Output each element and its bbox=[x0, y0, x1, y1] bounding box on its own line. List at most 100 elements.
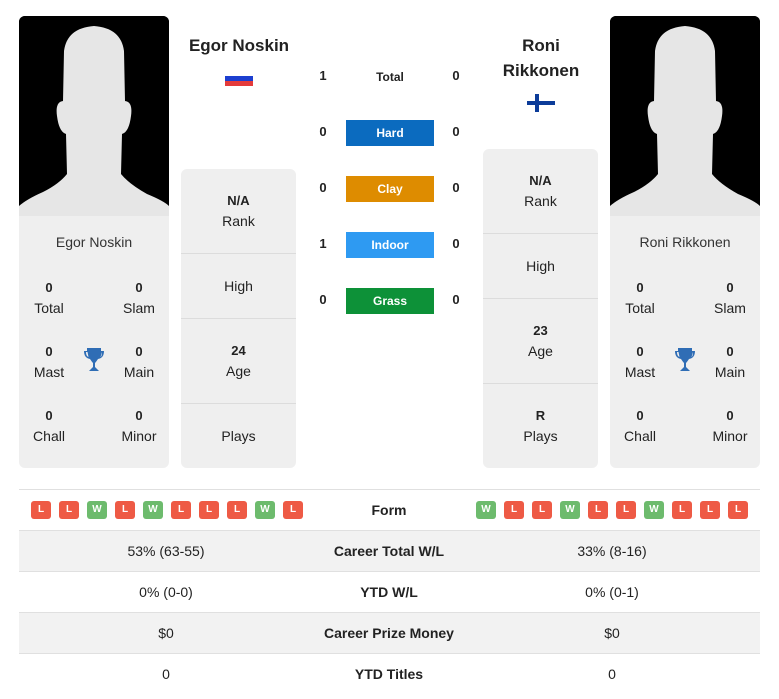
h2h-grass-p2: 0 bbox=[452, 292, 460, 307]
value: R bbox=[535, 408, 546, 423]
surface-hard-button[interactable]: Hard bbox=[346, 120, 434, 146]
form-label: Form bbox=[371, 502, 407, 518]
label: Minor bbox=[121, 428, 157, 444]
form-badge-loss: L bbox=[31, 501, 51, 519]
surface-indoor-button[interactable]: Indoor bbox=[346, 232, 434, 258]
surface-clay-button[interactable]: Clay bbox=[346, 176, 434, 202]
player2-mast-titles: 0 Mast bbox=[610, 342, 670, 382]
table-row: 0% (0-0) YTD W/L 0% (0-1) bbox=[19, 571, 760, 612]
surface-grass-button[interactable]: Grass bbox=[346, 288, 434, 314]
value: 24 bbox=[231, 343, 246, 358]
player2-card-name: Roni Rikkonen bbox=[639, 234, 731, 250]
player2-photo bbox=[610, 16, 760, 216]
player1-slam-titles: 0 Slam bbox=[109, 278, 169, 318]
russia-flag-icon bbox=[225, 71, 253, 86]
player1-name[interactable]: Egor Noskin bbox=[178, 33, 300, 58]
player2-info-panel: N/A Rank High 23 Age R Plays bbox=[483, 149, 598, 468]
player1-rank: N/A Rank bbox=[181, 191, 296, 231]
label: Total bbox=[625, 300, 655, 316]
player2-value: 0 bbox=[608, 666, 616, 682]
player1-minor-titles: 0 Minor bbox=[109, 406, 169, 446]
form-badge-win: W bbox=[560, 501, 580, 519]
table-row: $0 Career Prize Money $0 bbox=[19, 612, 760, 653]
player2-age: 23 Age bbox=[483, 321, 598, 361]
value: N/A bbox=[227, 193, 250, 208]
form-badge-loss: L bbox=[616, 501, 636, 519]
h2h-grass-p1: 0 bbox=[319, 292, 327, 307]
value: 0 bbox=[636, 280, 644, 295]
form-badge-loss: L bbox=[700, 501, 720, 519]
value: 0 bbox=[45, 344, 53, 359]
label: Slam bbox=[714, 300, 746, 316]
silhouette-icon bbox=[19, 16, 169, 216]
label: Slam bbox=[123, 300, 155, 316]
divider bbox=[483, 233, 598, 234]
label: Main bbox=[714, 364, 746, 380]
label: Mast bbox=[624, 364, 656, 380]
label: Rank bbox=[222, 213, 255, 229]
form-badge-loss: L bbox=[171, 501, 191, 519]
value: 0 bbox=[45, 408, 53, 423]
value: 0 bbox=[726, 344, 734, 359]
player1-info-panel: N/A Rank High 24 Age Plays bbox=[181, 169, 296, 468]
player1-high: High bbox=[181, 276, 296, 296]
finland-flag-icon bbox=[527, 94, 555, 112]
silhouette-icon bbox=[610, 16, 760, 216]
form-badge-loss: L bbox=[199, 501, 219, 519]
player2-name-line1: Roni bbox=[522, 36, 560, 55]
player1-card: Egor Noskin 0 Total 0 Slam 0 Mast 0 Main… bbox=[19, 216, 169, 468]
value: 0 bbox=[726, 280, 734, 295]
label: Minor bbox=[712, 428, 748, 444]
form-badge-win: W bbox=[143, 501, 163, 519]
player2-value: 0% (0-1) bbox=[585, 584, 639, 600]
form-badge-win: W bbox=[476, 501, 496, 519]
label: Main bbox=[123, 364, 155, 380]
player1-plays: Plays bbox=[181, 426, 296, 446]
form-badge-loss: L bbox=[115, 501, 135, 519]
label: Chall bbox=[33, 428, 65, 444]
form-badge-win: W bbox=[87, 501, 107, 519]
h2h-total-p2: 0 bbox=[452, 68, 460, 83]
value: 0 bbox=[726, 408, 734, 423]
player1-chall-titles: 0 Chall bbox=[19, 406, 79, 446]
row-label: YTD W/L bbox=[360, 584, 418, 600]
label: Total bbox=[34, 300, 64, 316]
player2-slam-titles: 0 Slam bbox=[700, 278, 760, 318]
player1-mast-titles: 0 Mast bbox=[19, 342, 79, 382]
h2h-hard-p2: 0 bbox=[452, 124, 460, 139]
h2h-clay-p2: 0 bbox=[452, 180, 460, 195]
label: Age bbox=[226, 363, 251, 379]
h2h-total-label: Total bbox=[376, 70, 404, 84]
value: 0 bbox=[135, 408, 143, 423]
label: Chall bbox=[624, 428, 656, 444]
row-label: Career Total W/L bbox=[333, 543, 445, 559]
value: 0 bbox=[135, 280, 143, 295]
form-badge-loss: L bbox=[59, 501, 79, 519]
form-badge-win: W bbox=[644, 501, 664, 519]
player1-value: 0 bbox=[162, 666, 170, 682]
player2-value: $0 bbox=[604, 625, 620, 641]
label: High bbox=[526, 258, 555, 274]
divider bbox=[181, 318, 296, 319]
player2-plays: R Plays bbox=[483, 406, 598, 446]
h2h-clay-p1: 0 bbox=[319, 180, 327, 195]
label: Plays bbox=[523, 428, 558, 444]
player1-value: 53% (63-55) bbox=[127, 543, 205, 559]
row-label: Career Prize Money bbox=[324, 625, 454, 641]
label: High bbox=[224, 278, 253, 294]
player1-value: 0% (0-0) bbox=[139, 584, 193, 600]
value: 0 bbox=[45, 280, 53, 295]
form-badge-win: W bbox=[255, 501, 275, 519]
label: Rank bbox=[524, 193, 557, 209]
player1-value: $0 bbox=[158, 625, 174, 641]
player2-main-titles: 0 Main bbox=[700, 342, 760, 382]
player1-age: 24 Age bbox=[181, 341, 296, 381]
value: N/A bbox=[529, 173, 552, 188]
h2h-total-p1: 1 bbox=[319, 68, 327, 83]
divider bbox=[181, 253, 296, 254]
trophy-icon bbox=[674, 347, 696, 378]
h2h-indoor-p1: 1 bbox=[319, 236, 327, 251]
form-badge-loss: L bbox=[672, 501, 692, 519]
player2-name[interactable]: Roni Rikkonen bbox=[480, 33, 602, 83]
value: 0 bbox=[636, 408, 644, 423]
